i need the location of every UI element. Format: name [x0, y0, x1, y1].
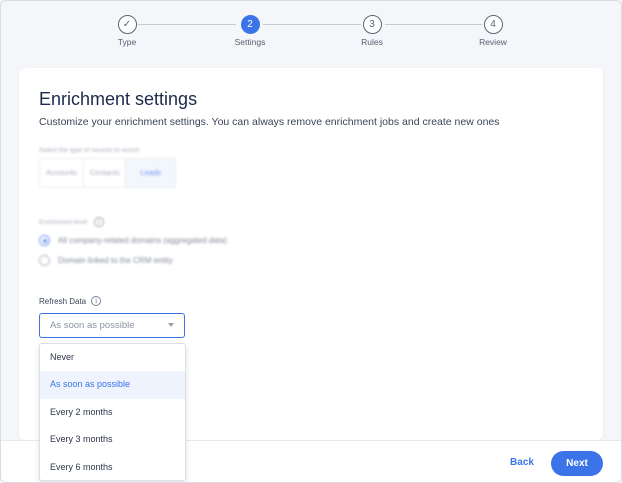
progress-stepper: ✓ Type 2 Settings 3 Rules 4 Review [1, 15, 621, 55]
radio-selected-icon [39, 235, 50, 246]
step-label: Review [479, 37, 507, 47]
option-every-6-months[interactable]: Every 6 months [40, 454, 185, 481]
step-number: 2 [240, 15, 260, 34]
record-type-accounts[interactable]: Accounts [40, 159, 84, 187]
option-every-3-months[interactable]: Every 3 months [40, 426, 185, 453]
record-type-leads[interactable]: Leads [126, 159, 175, 187]
refresh-data-label: Refresh Data i [39, 296, 102, 306]
page-title: Enrichment settings [39, 89, 198, 109]
select-value: As soon as possible [50, 320, 135, 331]
check-icon: ✓ [117, 15, 137, 34]
option-every-2-months[interactable]: Every 2 months [40, 399, 185, 426]
info-icon[interactable]: i [91, 296, 102, 306]
option-never[interactable]: Never [40, 344, 185, 371]
step-review[interactable]: 4 Review [453, 15, 533, 47]
step-number: 3 [362, 15, 382, 34]
step-settings[interactable]: 2 Settings [210, 15, 290, 47]
back-button[interactable]: Back [501, 451, 543, 475]
step-number: 4 [483, 15, 503, 34]
records-label: Select the type of records to enrich [39, 147, 140, 154]
enrichment-option-crm-domain[interactable]: Domain linked to the CRM entity [39, 255, 173, 266]
enrichment-level-label: Enrichment level i [39, 217, 104, 227]
record-type-selector: Accounts Contacts Leads [39, 158, 176, 188]
radio-label: Domain linked to the CRM entity [58, 256, 173, 265]
radio-label: All company-related domains (aggregated … [58, 236, 227, 245]
step-label: Type [117, 37, 137, 47]
next-button[interactable]: Next [551, 451, 603, 476]
refresh-data-dropdown: Never As soon as possible Every 2 months… [39, 343, 186, 481]
step-label: Rules [361, 37, 383, 47]
refresh-data-select[interactable]: As soon as possible [39, 313, 185, 338]
step-rules[interactable]: 3 Rules [332, 15, 412, 47]
enrichment-option-aggregated[interactable]: All company-related domains (aggregated … [39, 235, 227, 246]
info-icon: i [93, 217, 104, 227]
step-label: Settings [234, 37, 266, 47]
step-type[interactable]: ✓ Type [87, 15, 167, 47]
page-subtitle: Customize your enrichment settings. You … [39, 116, 500, 128]
record-type-contacts[interactable]: Contacts [84, 159, 127, 187]
chevron-down-icon [168, 323, 174, 327]
wizard-window: ✓ Type 2 Settings 3 Rules 4 Review Enric… [0, 0, 622, 483]
radio-unselected-icon [39, 255, 50, 266]
option-asap[interactable]: As soon as possible [40, 371, 185, 399]
